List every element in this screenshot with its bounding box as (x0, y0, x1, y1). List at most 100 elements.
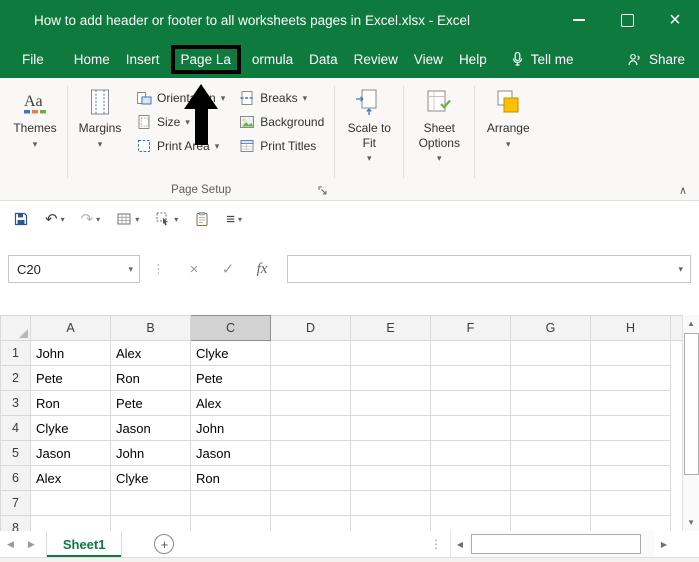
vertical-scrollbar[interactable]: ▲ ▼ (682, 315, 699, 531)
cell[interactable] (510, 365, 591, 391)
cell[interactable] (430, 465, 511, 491)
cell[interactable] (590, 440, 671, 466)
share-button[interactable]: Share (627, 52, 685, 67)
horizontal-scroll-thumb[interactable] (471, 534, 641, 554)
cell[interactable] (510, 465, 591, 491)
cell[interactable] (350, 365, 431, 391)
row-header-1[interactable]: 1 (0, 340, 31, 366)
cell[interactable] (590, 490, 671, 516)
cell-c6[interactable]: Ron (190, 465, 271, 491)
column-header-f[interactable]: F (430, 315, 511, 341)
cell-b4[interactable]: Jason (110, 415, 191, 441)
row-header-5[interactable]: 5 (0, 440, 31, 466)
column-header-d[interactable]: D (270, 315, 351, 341)
cell[interactable] (430, 415, 511, 441)
cell-b3[interactable]: Pete (110, 390, 191, 416)
cancel-button[interactable]: × (177, 261, 211, 278)
row-header-6[interactable]: 6 (0, 465, 31, 491)
customize-toolbar-button[interactable]: ≡ ▾ (221, 208, 247, 231)
sheet-options-button[interactable]: Sheet Options ▾ (407, 80, 471, 166)
cell[interactable] (270, 340, 351, 366)
cell[interactable] (270, 465, 351, 491)
maximize-button[interactable] (603, 0, 651, 40)
themes-button[interactable]: Aa Themes ▾ (6, 80, 64, 152)
column-header-a[interactable]: A (30, 315, 111, 341)
cell[interactable] (190, 490, 271, 516)
select-all-corner[interactable] (0, 315, 31, 341)
undo-button[interactable]: ↶ ▾ (40, 208, 70, 231)
print-titles-button[interactable]: Print Titles (232, 134, 331, 158)
margins-button[interactable]: Margins ▾ (71, 80, 129, 152)
cell-b5[interactable]: John (110, 440, 191, 466)
cell-c2[interactable]: Pete (190, 365, 271, 391)
tell-me-button[interactable]: Tell me (511, 51, 573, 67)
new-sheet-button[interactable]: + (154, 534, 175, 554)
prev-sheet-icon[interactable]: ◀ (0, 539, 21, 550)
cell-c1[interactable]: Clyke (190, 340, 271, 366)
row-header-3[interactable]: 3 (0, 390, 31, 416)
cell[interactable] (590, 465, 671, 491)
cell[interactable] (590, 415, 671, 441)
cell[interactable] (510, 490, 591, 516)
cell[interactable] (270, 490, 351, 516)
cell[interactable] (270, 415, 351, 441)
scale-to-fit-button[interactable]: Scale to Fit ▾ (338, 80, 400, 166)
cell-c5[interactable]: Jason (190, 440, 271, 466)
row-header-2[interactable]: 2 (0, 365, 31, 391)
column-header-h[interactable]: H (590, 315, 671, 341)
tab-home[interactable]: Home (66, 46, 118, 73)
tab-view[interactable]: View (406, 46, 451, 73)
cell[interactable] (270, 390, 351, 416)
cell[interactable] (590, 365, 671, 391)
sheet-tab-sheet1[interactable]: Sheet1 (45, 531, 123, 557)
horizontal-scroll-track[interactable] (469, 531, 655, 557)
cell[interactable] (350, 465, 431, 491)
cell[interactable] (350, 490, 431, 516)
cell[interactable] (430, 390, 511, 416)
scroll-down-icon[interactable]: ▼ (683, 514, 699, 531)
scroll-right-icon[interactable]: ▶ (655, 531, 673, 557)
cell-c4[interactable]: John (190, 415, 271, 441)
minimize-button[interactable] (555, 0, 603, 40)
expand-formula-bar-icon[interactable]: ▾ (671, 264, 690, 275)
horizontal-scrollbar[interactable]: ◀ ▶ (450, 531, 673, 557)
cell[interactable] (590, 340, 671, 366)
cell[interactable] (350, 390, 431, 416)
cell[interactable] (30, 490, 111, 516)
cell[interactable] (270, 440, 351, 466)
paste-button[interactable] (189, 207, 215, 231)
cell-a2[interactable]: Pete (30, 365, 111, 391)
cell[interactable] (350, 415, 431, 441)
cell[interactable] (510, 390, 591, 416)
cell[interactable] (430, 340, 511, 366)
column-header-b[interactable]: B (110, 315, 191, 341)
cell[interactable] (510, 415, 591, 441)
tab-data[interactable]: Data (301, 46, 346, 73)
cell[interactable] (430, 365, 511, 391)
cell-a4[interactable]: Clyke (30, 415, 111, 441)
cell[interactable] (350, 340, 431, 366)
tab-review[interactable]: Review (346, 46, 406, 73)
tab-splitter-handle[interactable]: ⋮ (422, 537, 450, 551)
cell[interactable] (430, 440, 511, 466)
cell[interactable] (110, 490, 191, 516)
dialog-launcher-icon[interactable] (317, 185, 328, 196)
cell-b2[interactable]: Ron (110, 365, 191, 391)
column-header-g[interactable]: G (510, 315, 591, 341)
tab-insert[interactable]: Insert (118, 46, 168, 73)
cell[interactable] (510, 440, 591, 466)
tab-page-layout[interactable]: Page La (175, 49, 237, 70)
cell-c3[interactable]: Alex (190, 390, 271, 416)
cell-a1[interactable]: John (30, 340, 111, 366)
cell[interactable] (510, 340, 591, 366)
cell[interactable] (430, 490, 511, 516)
scroll-up-icon[interactable]: ▲ (683, 315, 699, 332)
next-sheet-icon[interactable]: ▶ (21, 539, 42, 550)
cell-b1[interactable]: Alex (110, 340, 191, 366)
column-header-c[interactable]: C (190, 315, 271, 341)
arrange-button[interactable]: Arrange ▾ (478, 80, 538, 152)
cell-a6[interactable]: Alex (30, 465, 111, 491)
cell-a3[interactable]: Ron (30, 390, 111, 416)
table-tool-button[interactable]: ▾ (111, 207, 144, 231)
column-header-e[interactable]: E (350, 315, 431, 341)
